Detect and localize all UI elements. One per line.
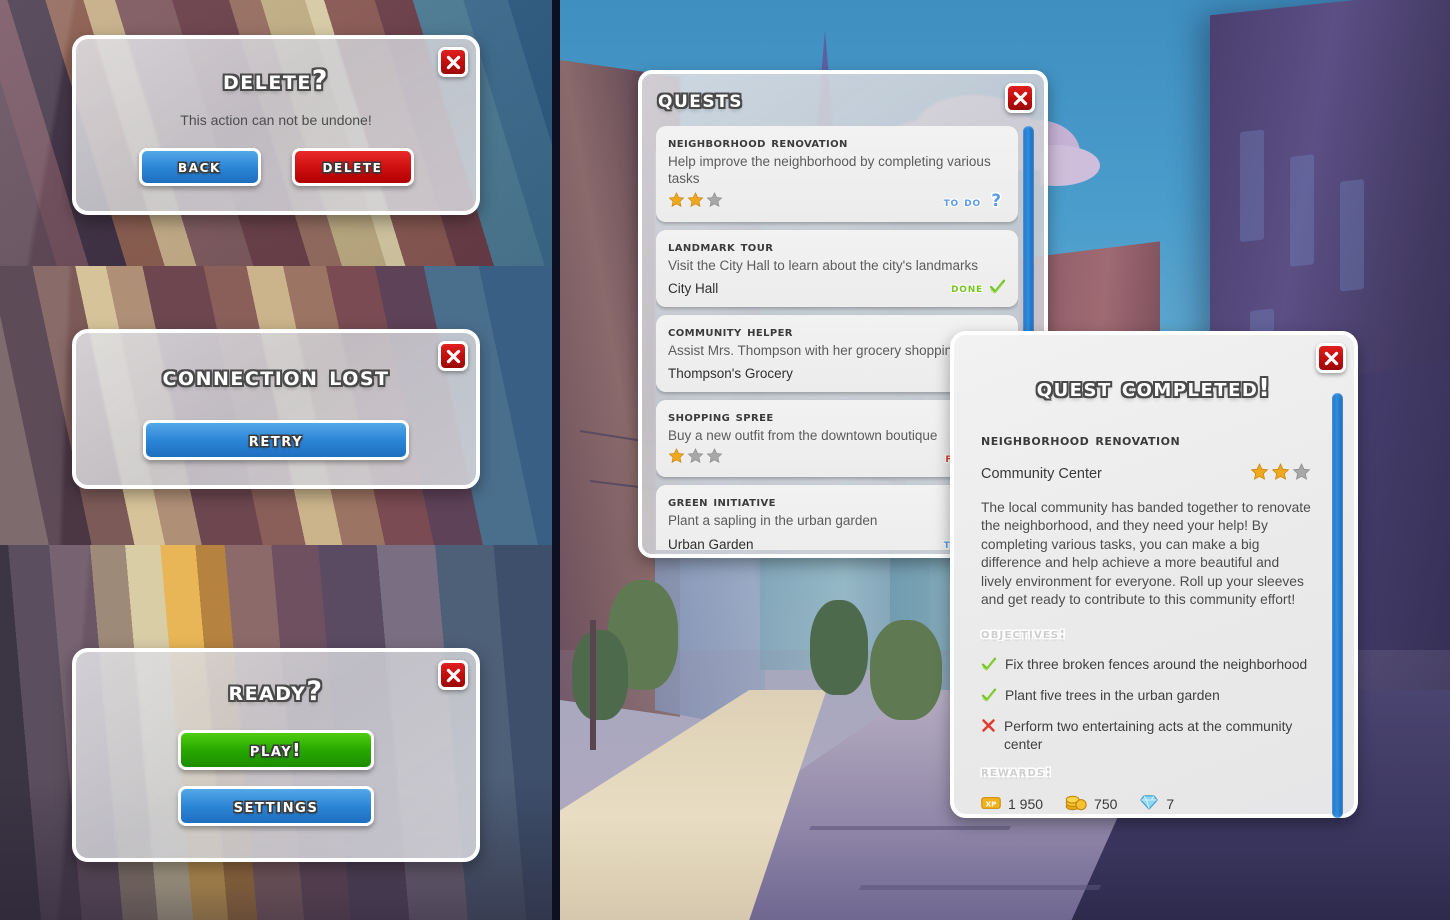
delete-dialog-message: This action can not be undone!	[180, 112, 372, 128]
star-rating	[668, 447, 723, 469]
objective-text: Plant five trees in the urban garden	[1005, 687, 1220, 703]
tree-icon	[870, 620, 942, 720]
play-button[interactable]: Play!	[178, 730, 374, 770]
coins-icon	[1065, 794, 1087, 815]
quest-list-item[interactable]: Landmark Tour Visit the City Hall to lear…	[656, 229, 1018, 307]
objective-item: Perform two entertaining acts at the com…	[981, 718, 1311, 754]
quest-list-item[interactable]: Neighborhood Renovation Help improve the …	[656, 126, 1018, 222]
rewards-list: XP 1 950 750 7	[981, 794, 1311, 815]
cross-mark-icon	[981, 718, 996, 738]
quest-completed-description: The local community has banded together …	[981, 500, 1311, 608]
reward-item: XP 1 950	[981, 795, 1043, 814]
svg-text:XP: XP	[986, 799, 998, 808]
delete-button[interactable]: Delete	[291, 148, 414, 186]
quest-item-title: Landmark Tour	[668, 238, 774, 255]
quest-completed-panel: Quest Completed! Neighborhood Renovation…	[950, 331, 1358, 818]
close-icon[interactable]	[1316, 343, 1346, 373]
status-badge: Done	[951, 278, 1006, 299]
close-icon[interactable]	[1005, 83, 1035, 113]
star-icon	[668, 191, 685, 213]
reward-value: 750	[1094, 796, 1118, 813]
star-icon	[1271, 462, 1290, 486]
page-title: Ready?	[228, 676, 324, 707]
star-icon	[1292, 462, 1311, 486]
quests-panel-title: Quests	[658, 85, 743, 113]
tree-icon	[572, 630, 628, 720]
quest-item-location: Urban Garden	[668, 537, 754, 550]
rewards-heading: Rewards:	[981, 763, 1053, 780]
star-icon	[668, 447, 685, 469]
objective-text: Perform two entertaining acts at the com…	[1004, 718, 1293, 752]
star-icon	[687, 447, 704, 469]
close-glyph	[446, 349, 460, 363]
reward-item: 750	[1065, 794, 1117, 815]
quest-item-description: Help improve the neighborhood by complet…	[668, 154, 991, 186]
objective-item: Fix three broken fences around the neigh…	[981, 656, 1311, 677]
star-rating	[1250, 462, 1311, 486]
tree-icon	[810, 600, 868, 695]
ready-dialog: Ready? Play! Settings	[72, 648, 480, 862]
gem-icon	[1139, 794, 1159, 814]
status-badge: To Do?	[943, 190, 1006, 214]
status-badge-label: Done	[950, 280, 983, 296]
quest-completed-location: Community Center	[981, 466, 1102, 482]
quest-completed-scrollbar[interactable]	[1332, 393, 1343, 818]
question-mark-icon: ?	[987, 190, 1006, 214]
back-button[interactable]: Back	[138, 148, 261, 186]
check-mark-icon	[981, 687, 997, 708]
connection-lost-dialog: Connection Lost Retry	[72, 329, 480, 489]
objective-item: Plant five trees in the urban garden	[981, 687, 1311, 708]
svg-text:?: ?	[991, 191, 1001, 210]
quest-item-title: Neighborhood Renovation	[668, 135, 848, 151]
tram-rail	[858, 885, 1102, 890]
xp-icon: XP	[981, 795, 1001, 814]
tram-rail	[808, 826, 1012, 830]
close-glyph	[446, 668, 460, 682]
quest-item-location: Thompson's Grocery	[668, 365, 793, 381]
settings-button[interactable]: Settings	[178, 786, 374, 826]
quest-item-description: Visit the City Hall to learn about the c…	[668, 257, 978, 273]
delete-dialog: Delete? This action can not be undone! B…	[72, 35, 480, 215]
quest-completed-quest-title: Neighborhood Renovation	[981, 430, 1181, 449]
retry-button[interactable]: Retry	[143, 420, 409, 460]
close-glyph	[446, 55, 460, 69]
check-mark-icon	[981, 656, 997, 677]
status-badge-label: To Do	[943, 194, 981, 210]
close-glyph	[1013, 91, 1027, 105]
street-lamp	[590, 620, 596, 750]
close-icon[interactable]	[438, 660, 468, 690]
star-icon	[687, 191, 704, 213]
star-icon	[706, 191, 723, 213]
reward-value: 1 950	[1008, 796, 1044, 813]
quest-item-location: City Hall	[668, 280, 719, 296]
star-rating	[668, 191, 723, 213]
page-title: Delete?	[223, 65, 329, 96]
objective-text: Fix three broken fences around the neigh…	[1005, 656, 1308, 672]
quest-completed-title: Quest Completed!	[1036, 373, 1272, 402]
close-icon[interactable]	[438, 341, 468, 371]
objectives-list: Fix three broken fences around the neigh…	[981, 656, 1311, 754]
reward-value: 7	[1166, 796, 1175, 813]
star-icon	[706, 447, 723, 469]
star-icon	[1250, 462, 1269, 486]
check-mark-icon	[989, 278, 1006, 299]
close-glyph	[1324, 351, 1338, 365]
close-icon[interactable]	[438, 47, 468, 77]
objectives-heading: Objectives:	[981, 625, 1067, 642]
reward-item: 7	[1139, 794, 1174, 814]
page-title: Connection Lost	[162, 361, 390, 392]
